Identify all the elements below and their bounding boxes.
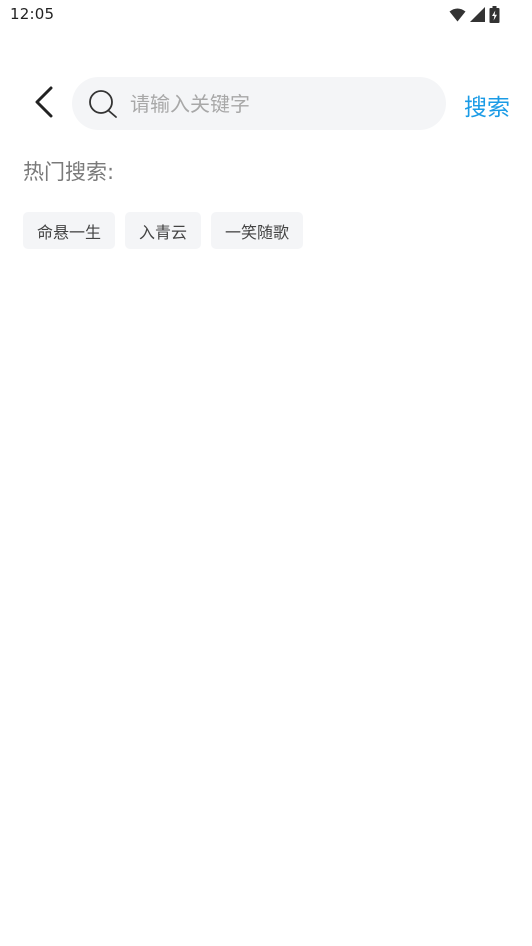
status-icons <box>449 6 500 23</box>
battery-charging-icon <box>489 6 500 23</box>
hot-search-title: 热门搜索: <box>23 160 115 184</box>
signal-icon <box>470 7 485 22</box>
hot-search-tags: 命悬一生 入青云 一笑随歌 <box>23 212 304 249</box>
search-icon <box>88 89 118 119</box>
wifi-icon <box>449 8 466 22</box>
status-time: 12:05 <box>10 5 55 23</box>
chevron-left-icon <box>34 86 54 122</box>
status-bar: 12:05 <box>0 0 532 30</box>
hot-search-tag[interactable]: 入青云 <box>125 212 202 249</box>
search-box[interactable] <box>72 77 446 130</box>
search-input[interactable] <box>128 90 422 117</box>
back-button[interactable] <box>26 86 62 122</box>
search-row: 搜索 <box>0 76 532 132</box>
hot-search-tag[interactable]: 一笑随歌 <box>211 212 304 249</box>
hot-search-tag[interactable]: 命悬一生 <box>23 212 116 249</box>
search-button[interactable]: 搜索 <box>464 88 510 122</box>
